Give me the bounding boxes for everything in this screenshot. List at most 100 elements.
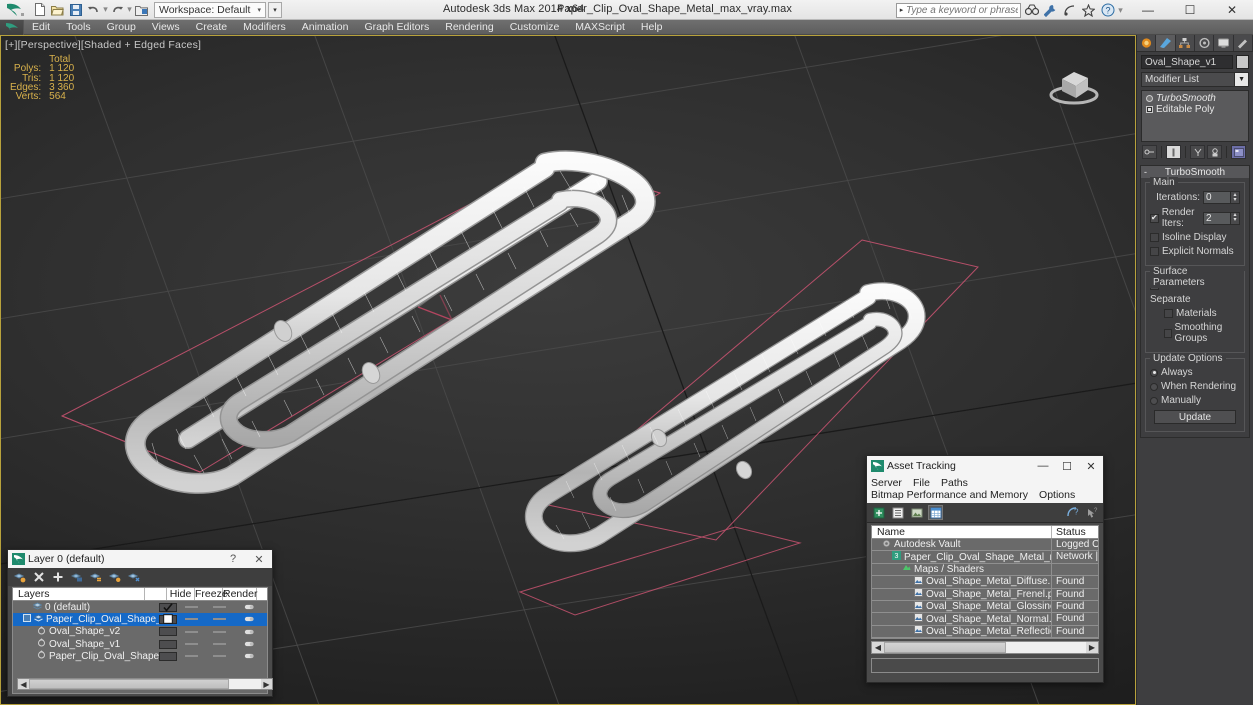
update-mode-manually[interactable]: Manually (1150, 395, 1240, 406)
asset-horizontal-scrollbar[interactable]: ◀ ▶ (871, 641, 1099, 655)
maximize-button[interactable]: ☐ (1169, 0, 1211, 20)
configure-modifier-sets-button[interactable] (1231, 145, 1246, 159)
asset-tracking-window[interactable]: Asset Tracking — ☐ ✕ Server File Paths B… (866, 455, 1104, 683)
menu-item-modifiers[interactable]: Modifiers (235, 20, 294, 35)
table-row[interactable]: Oval_Shape_Metal_Diffuse.png Found (872, 576, 1098, 589)
render-toggle[interactable] (233, 640, 267, 648)
star-icon[interactable] (1080, 2, 1097, 18)
table-row[interactable]: Oval_Shape_Metal_Frenel.png Found (872, 588, 1098, 601)
layer-scroll-thumb[interactable] (29, 679, 229, 689)
table-row[interactable]: Oval_Shape_v1 (13, 638, 267, 650)
modifier-stack-item-turbosmooth[interactable]: TurboSmooth (1144, 93, 1246, 104)
freeze-toggle[interactable] (205, 606, 233, 609)
table-row[interactable]: Autodesk Vault Logged O (872, 539, 1098, 552)
materials-checkbox[interactable] (1164, 309, 1173, 318)
highlight-selected-objects-icon[interactable] (108, 571, 121, 584)
materials-row[interactable]: Materials (1150, 308, 1240, 319)
render-toggle[interactable] (233, 615, 267, 623)
modifier-list-dropdown[interactable]: Modifier List ▼ (1141, 72, 1249, 87)
smoothing-groups-checkbox[interactable] (1164, 328, 1172, 338)
modify-tab[interactable] (1156, 35, 1176, 51)
refresh-assets-icon[interactable] (871, 505, 886, 520)
hierarchy-tab[interactable] (1176, 35, 1195, 51)
utilities-tab[interactable] (1234, 35, 1253, 51)
display-tab[interactable] (1214, 35, 1234, 51)
table-row[interactable]: Paper_Clip_Oval_Shape_Metal (13, 650, 267, 662)
object-name-field[interactable] (1141, 55, 1249, 69)
asset-close-button[interactable]: ✕ (1079, 456, 1103, 476)
create-tab[interactable] (1137, 35, 1157, 51)
update-button[interactable]: Update (1154, 410, 1236, 424)
layer-table-body[interactable]: 0 (default) Paper_Clip_Oval_Shape Oval_S… (12, 601, 273, 694)
redo-button[interactable] (109, 1, 126, 18)
render-iters-input[interactable] (1203, 211, 1231, 225)
new-file-button[interactable] (31, 1, 48, 18)
modifier-stack-item-editable-poly[interactable]: Editable Poly (1144, 104, 1246, 115)
render-iters-spinner-arrows[interactable]: ▴ ▾ (1231, 211, 1240, 225)
remove-modifier-button[interactable] (1207, 145, 1222, 159)
menu-item-help[interactable]: Help (633, 20, 671, 35)
update-mode-always[interactable]: Always (1150, 367, 1240, 378)
asset-column-name[interactable]: Name (872, 526, 1052, 538)
redo-dropdown-arrow-icon[interactable]: ▾ (127, 4, 132, 15)
help-icon[interactable]: ? (1099, 2, 1116, 18)
table-row[interactable]: Paper_Clip_Oval_Shape_Metal (13, 613, 267, 626)
render-toggle[interactable] (233, 652, 267, 660)
minimize-button[interactable]: — (1127, 0, 1169, 20)
hide-unselected-icon[interactable] (127, 571, 140, 584)
layer-column-render[interactable]: Render (223, 588, 257, 600)
asset-table-body[interactable]: Autodesk Vault Logged O 3 Paper_Clip_Ova… (871, 539, 1099, 640)
close-button[interactable]: ✕ (1211, 0, 1253, 20)
pin-stack-button[interactable] (1142, 145, 1157, 159)
menu-item-edit[interactable]: Edit (24, 20, 58, 35)
current-layer-check[interactable] (159, 651, 177, 661)
search-box[interactable]: ▸ (896, 2, 1021, 18)
asset-minimize-button[interactable]: — (1031, 456, 1055, 476)
menu-item-create[interactable]: Create (188, 20, 236, 35)
save-file-button[interactable] (67, 1, 84, 18)
table-row[interactable]: 0 (default) (13, 601, 267, 613)
new-layer-icon[interactable] (13, 571, 26, 584)
select-highlighted-objects-icon[interactable] (89, 571, 102, 584)
object-color-swatch[interactable] (1236, 55, 1249, 69)
asset-column-status[interactable]: Status (1052, 526, 1098, 538)
scroll-right-icon[interactable]: ▶ (261, 680, 272, 689)
iterations-spinner-arrows[interactable]: ▴ ▾ (1231, 191, 1240, 204)
app-menu-icon[interactable] (0, 19, 24, 35)
when-rendering-radio[interactable] (1150, 382, 1158, 391)
layer-window-title-bar[interactable]: Layer 0 (default) ? ✕ (8, 550, 272, 568)
object-name-input[interactable] (1141, 55, 1233, 69)
chevron-down-icon[interactable]: ▼ (1235, 72, 1249, 87)
table-view-icon[interactable] (928, 505, 943, 520)
expand-icon[interactable] (23, 613, 31, 625)
update-mode-when-rendering[interactable]: When Rendering (1150, 381, 1240, 392)
asset-menu-file[interactable]: File (913, 477, 930, 489)
asset-scroll-track[interactable] (884, 642, 1086, 654)
layer-window[interactable]: Layer 0 (default) ? ✕ Layers Hide Freeze… (7, 549, 273, 697)
binoculars-icon[interactable] (1023, 2, 1040, 18)
satellite-icon[interactable] (1061, 2, 1078, 18)
explicit-normals-checkbox[interactable] (1150, 247, 1159, 256)
render-toggle[interactable] (233, 603, 267, 611)
asset-menu-paths[interactable]: Paths (941, 477, 968, 489)
current-layer-check[interactable] (159, 639, 177, 649)
layer-close-button[interactable]: ✕ (246, 550, 272, 568)
show-end-result-button[interactable] (1166, 145, 1181, 159)
undo-dropdown-arrow-icon[interactable]: ▾ (103, 4, 108, 15)
freeze-toggle[interactable] (205, 655, 233, 658)
open-file-button[interactable] (49, 1, 66, 18)
scroll-left-icon[interactable]: ◀ (872, 643, 884, 652)
expand-icon[interactable] (1146, 106, 1153, 113)
table-row[interactable]: Oval_Shape_v2 (13, 626, 267, 638)
table-row[interactable]: 3 Paper_Clip_Oval_Shape_Metal_max_vray.m… (872, 551, 1098, 564)
freeze-toggle[interactable] (205, 618, 233, 621)
menu-item-group[interactable]: Group (99, 20, 144, 35)
freeze-toggle[interactable] (205, 630, 233, 633)
help-dropdown-icon[interactable]: ▾ (1118, 5, 1123, 16)
menu-item-graph-editors[interactable]: Graph Editors (356, 20, 437, 35)
thumbnail-view-icon[interactable] (909, 505, 924, 520)
hide-toggle[interactable] (177, 655, 205, 658)
table-row[interactable]: Oval_Shape_Metal_Normal.png Found (872, 613, 1098, 626)
hide-toggle[interactable] (177, 643, 205, 646)
iterations-spinner[interactable]: ▴▾ (1203, 191, 1240, 204)
